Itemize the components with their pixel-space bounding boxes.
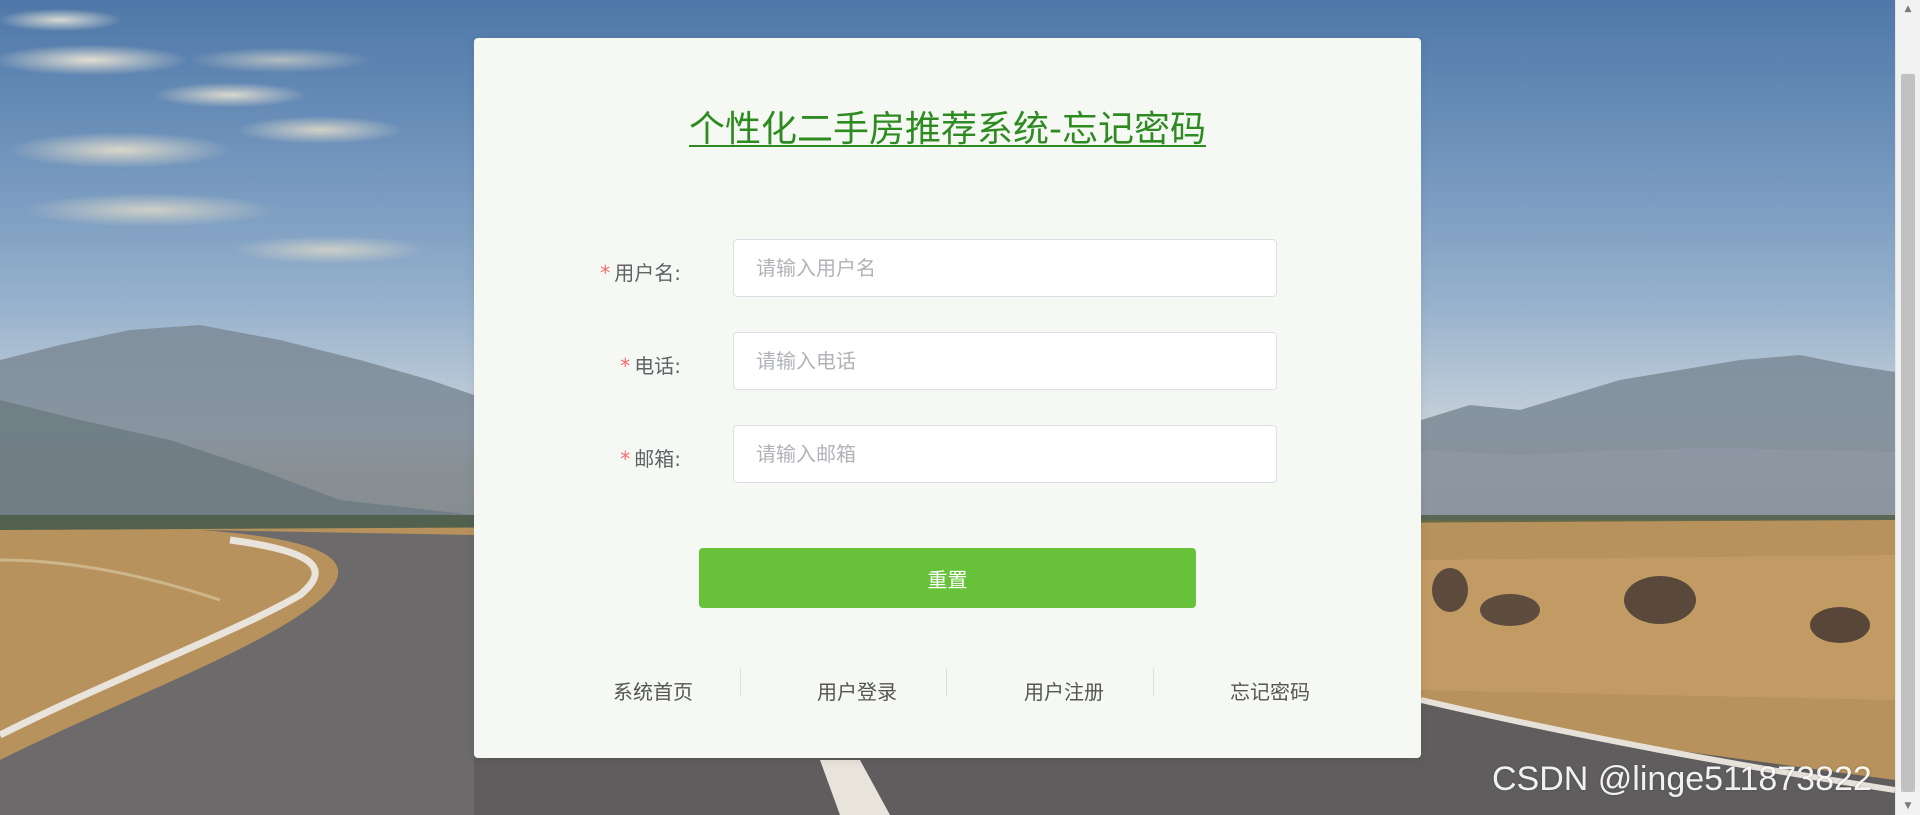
email-input[interactable] [733, 425, 1277, 483]
vertical-scrollbar[interactable]: ▲ ▼ [1895, 0, 1920, 815]
page-title[interactable]: 个性化二手房推荐系统-忘记密码 [474, 100, 1421, 152]
email-label-text: 邮箱: [634, 447, 681, 471]
link-login[interactable]: 用户登录 [767, 676, 947, 705]
username-label-text: 用户名: [614, 261, 681, 285]
reset-button[interactable]: 重置 [699, 548, 1196, 608]
username-label: * 用户名: [600, 257, 681, 286]
link-forgot-password[interactable]: 忘记密码 [1180, 676, 1360, 705]
link-divider [1153, 668, 1154, 696]
username-input[interactable] [733, 239, 1277, 297]
phone-label-text: 电话: [634, 354, 681, 378]
phone-input[interactable] [733, 332, 1277, 390]
link-divider [946, 668, 947, 696]
phone-row: * 电话: [474, 332, 1421, 392]
link-register[interactable]: 用户注册 [974, 676, 1154, 705]
csdn-watermark: CSDN @linge511873822 [1492, 760, 1872, 798]
footer-links: 系统首页 用户登录 用户注册 忘记密码 [474, 668, 1421, 708]
scroll-up-icon[interactable]: ▲ [1896, 0, 1920, 18]
link-home[interactable]: 系统首页 [563, 676, 743, 705]
scroll-down-icon[interactable]: ▼ [1896, 797, 1920, 815]
scrollbar-thumb[interactable] [1901, 74, 1915, 792]
phone-label: * 电话: [620, 350, 681, 379]
required-mark: * [600, 261, 611, 285]
link-divider [740, 668, 741, 696]
username-row: * 用户名: [474, 239, 1421, 299]
email-row: * 邮箱: [474, 425, 1421, 485]
forgot-password-card: 个性化二手房推荐系统-忘记密码 *用户名: *电话: *邮箱: 重置 系统首页 … [474, 38, 1421, 758]
required-mark: * [620, 447, 631, 471]
email-label: * 邮箱: [620, 443, 681, 472]
required-mark: * [620, 354, 631, 378]
